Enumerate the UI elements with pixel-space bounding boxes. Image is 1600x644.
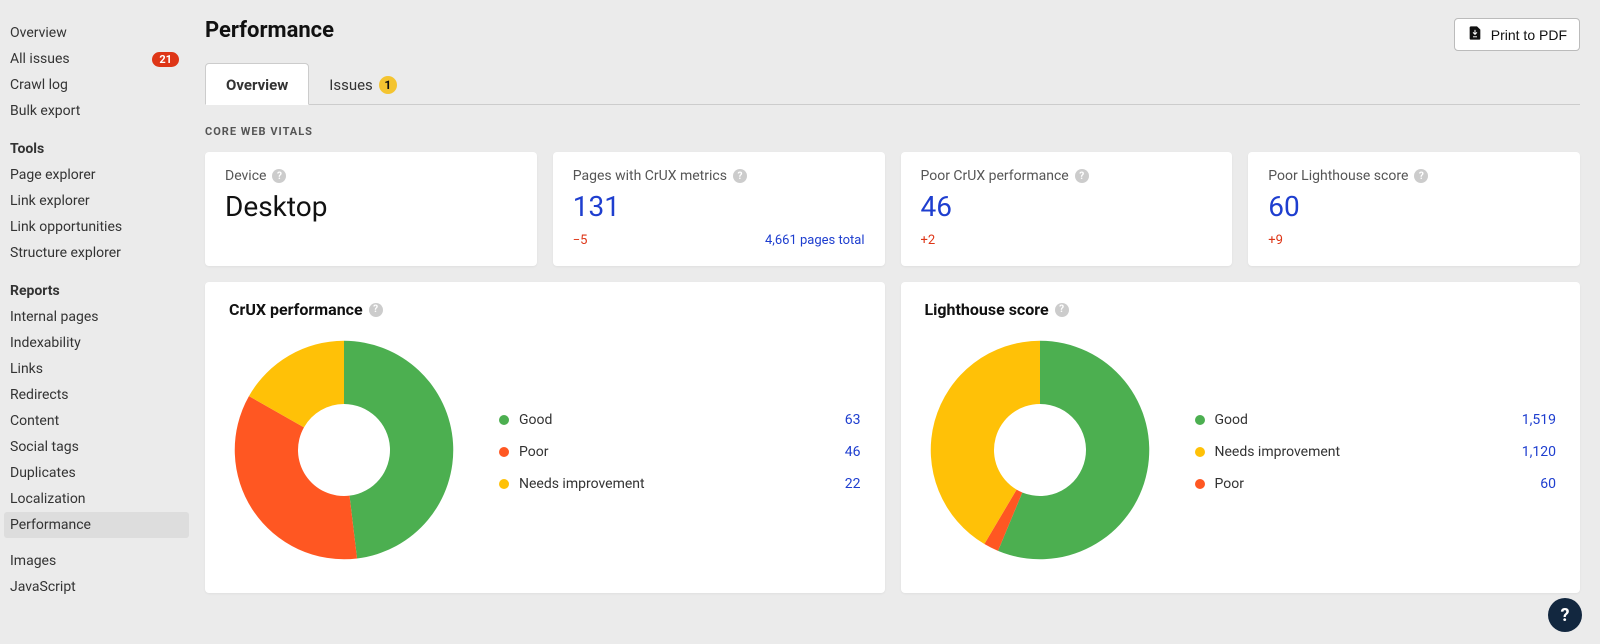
sidebar-item-performance[interactable]: Performance: [4, 512, 189, 538]
sidebar-item-indexability[interactable]: Indexability: [10, 330, 195, 356]
sidebar-item-bulk-export[interactable]: Bulk export: [10, 98, 195, 124]
card-value: 131: [573, 190, 865, 223]
sidebar-item-links[interactable]: Links: [10, 356, 195, 382]
sidebar-item-javascript[interactable]: JavaScript: [10, 574, 195, 600]
sidebar-item-page-explorer[interactable]: Page explorer: [10, 162, 195, 188]
card-title: Poor CrUX performance: [921, 168, 1069, 184]
legend-item-needs[interactable]: Needs improvement 22: [499, 476, 861, 492]
tabs: Overview Issues 1: [205, 63, 1580, 105]
sidebar-item-link-opportunities[interactable]: Link opportunities: [10, 214, 195, 240]
question-mark-icon: ?: [1561, 605, 1570, 626]
chart-card-lighthouse: Lighthouse score ? Good 1,519 Needs impr…: [901, 282, 1581, 593]
help-icon[interactable]: ?: [369, 303, 383, 317]
tab-badge: 1: [379, 76, 397, 94]
card-crux-pages: Pages with CrUX metrics ? 131 −5 4,661 p…: [553, 152, 885, 266]
help-fab-button[interactable]: ?: [1548, 598, 1582, 632]
sidebar-item-content[interactable]: Content: [10, 408, 195, 434]
card-delta: +9: [1268, 233, 1283, 248]
section-label: Core Web Vitals: [205, 125, 1580, 138]
sidebar-item-duplicates[interactable]: Duplicates: [10, 460, 195, 486]
tab-overview[interactable]: Overview: [205, 63, 309, 105]
donut-crux: [229, 335, 459, 569]
legend-dot-icon: [499, 479, 509, 489]
sidebar-item-label: Overview: [10, 25, 67, 41]
page-title: Performance: [205, 18, 334, 43]
sidebar-item-localization[interactable]: Localization: [10, 486, 195, 512]
help-icon[interactable]: ?: [733, 169, 747, 183]
download-file-icon: [1467, 25, 1483, 44]
legend-item-good[interactable]: Good 1,519: [1195, 412, 1557, 428]
help-icon[interactable]: ?: [272, 169, 286, 183]
sidebar-item-overview[interactable]: Overview: [10, 20, 195, 46]
print-to-pdf-button[interactable]: Print to PDF: [1454, 18, 1580, 51]
card-poor-crux: Poor CrUX performance ? 46 +2: [901, 152, 1233, 266]
sidebar-item-link-explorer[interactable]: Link explorer: [10, 188, 195, 214]
sidebar-item-internal-pages[interactable]: Internal pages: [10, 304, 195, 330]
card-delta: +2: [921, 233, 936, 248]
sidebar-heading-reports: Reports: [10, 278, 195, 304]
sidebar-item-social-tags[interactable]: Social tags: [10, 434, 195, 460]
card-title: Poor Lighthouse score: [1268, 168, 1408, 184]
legend-item-needs[interactable]: Needs improvement 1,120: [1195, 444, 1557, 460]
legend-item-poor[interactable]: Poor 46: [499, 444, 861, 460]
sidebar-badge: 21: [152, 52, 179, 67]
card-poor-lighthouse: Poor Lighthouse score ? 60 +9: [1248, 152, 1580, 266]
sidebar-item-redirects[interactable]: Redirects: [10, 382, 195, 408]
sidebar: Overview All issues 21 Crawl log Bulk ex…: [0, 0, 195, 644]
card-title: Device: [225, 168, 266, 184]
legend-dot-icon: [499, 447, 509, 457]
chart-title: Lighthouse score: [925, 300, 1049, 319]
chart-card-crux: CrUX performance ? Good 63 Poor 4: [205, 282, 885, 593]
sidebar-heading-tools: Tools: [10, 136, 195, 162]
help-icon[interactable]: ?: [1075, 169, 1089, 183]
chart-title: CrUX performance: [229, 300, 363, 319]
main: Performance Print to PDF Overview Issues…: [195, 0, 1600, 644]
help-icon[interactable]: ?: [1414, 169, 1428, 183]
donut-lighthouse: [925, 335, 1155, 569]
card-value: Desktop: [225, 190, 517, 223]
sidebar-item-structure-explorer[interactable]: Structure explorer: [10, 240, 195, 266]
card-delta: −5: [573, 233, 588, 248]
sidebar-item-crawl-log[interactable]: Crawl log: [10, 72, 195, 98]
sidebar-item-all-issues[interactable]: All issues 21: [10, 46, 195, 72]
sidebar-item-label: Crawl log: [10, 77, 68, 93]
tab-issues[interactable]: Issues 1: [309, 64, 417, 104]
legend-dot-icon: [1195, 479, 1205, 489]
card-device: Device ? Desktop: [205, 152, 537, 266]
legend-dot-icon: [1195, 415, 1205, 425]
card-value: 46: [921, 190, 1213, 223]
legend-item-good[interactable]: Good 63: [499, 412, 861, 428]
legend-item-poor[interactable]: Poor 60: [1195, 476, 1557, 492]
legend-dot-icon: [499, 415, 509, 425]
card-value: 60: [1268, 190, 1560, 223]
sidebar-item-label: All issues: [10, 51, 70, 67]
card-title: Pages with CrUX metrics: [573, 168, 727, 184]
card-total-link[interactable]: 4,661 pages total: [765, 233, 865, 248]
legend-dot-icon: [1195, 447, 1205, 457]
sidebar-item-images[interactable]: Images: [10, 548, 195, 574]
sidebar-item-label: Bulk export: [10, 103, 80, 119]
print-label: Print to PDF: [1491, 27, 1567, 43]
help-icon[interactable]: ?: [1055, 303, 1069, 317]
